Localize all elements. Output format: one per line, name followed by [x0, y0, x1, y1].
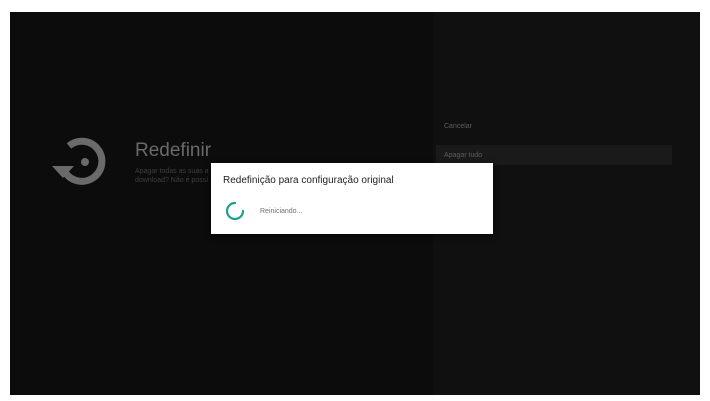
dialog-title: Redefinição para configuração original: [223, 175, 394, 186]
erase-all-option[interactable]: Apagar tudo: [444, 152, 482, 159]
dialog-status: Reiniciando...: [260, 208, 303, 215]
description-line: Apagar todas as suas a: [135, 168, 209, 175]
page-description: Apagar todas as suas a download? Não é p…: [135, 167, 217, 185]
restore-icon: [52, 137, 106, 185]
factory-reset-dialog: Redefinição para configuração original R…: [211, 163, 493, 234]
cancel-option[interactable]: Cancelar: [444, 123, 472, 130]
page-title: Redefinir: [135, 140, 212, 161]
description-line: download? Não é possí: [135, 177, 209, 184]
loading-spinner-icon: [225, 201, 245, 221]
